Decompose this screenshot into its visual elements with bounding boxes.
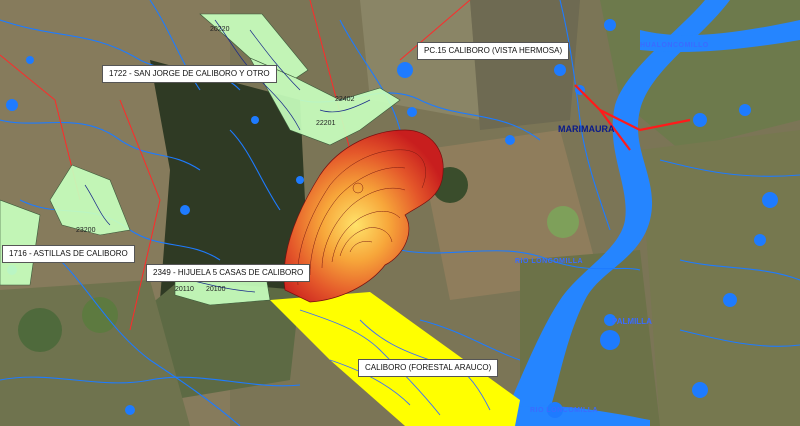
parcel-code: 20110	[175, 286, 194, 293]
pivot-field	[18, 308, 62, 352]
river-label: HUALONCOMILLO	[640, 42, 709, 49]
pivot-field	[82, 297, 118, 333]
map-view[interactable]: 20220 22402 22201 23200 20110 20100 PC.1…	[0, 0, 800, 426]
river-label: RIO LONCOMILLA	[530, 407, 599, 414]
property-label-forestal[interactable]: CALIBORO (FORESTAL ARAUCO)	[358, 359, 499, 377]
property-label-san-jorge[interactable]: 1722 - SAN JORGE DE CALIBORO Y OTRO	[102, 65, 277, 83]
place-marimaura: MARIMAURA	[558, 124, 615, 134]
pivot-field	[547, 206, 579, 238]
river-label: RIO LONCOMILLA	[515, 258, 584, 265]
property-label-astillas[interactable]: 1716 - ASTILLAS DE CALIBORO	[2, 245, 135, 263]
property-label-pc15[interactable]: PC.15 CALIBORO (VISTA HERMOSA)	[417, 42, 570, 60]
property-label-hijuela[interactable]: 2349 - HIJUELA 5 CASAS DE CALIBORO	[146, 264, 311, 282]
parcel-code: 20220	[210, 26, 230, 33]
parcel-code: 23200	[76, 227, 96, 234]
place-palmilla: PALMILLA	[612, 317, 652, 326]
parcel-code: 22402	[335, 96, 355, 103]
parcel-code: 22201	[316, 120, 336, 127]
parcel-code: 20100	[206, 286, 226, 293]
